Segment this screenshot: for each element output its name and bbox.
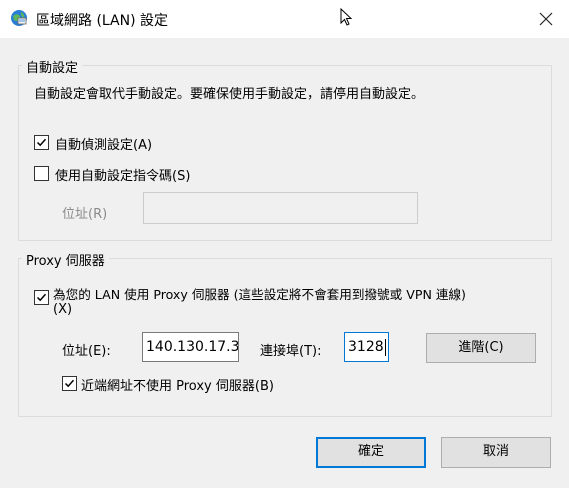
proxy-address-label: 位址(E): — [62, 344, 111, 359]
bypass-local-label[interactable]: 近端網址不使用 Proxy 伺服器(B) — [81, 375, 274, 394]
internet-options-icon — [10, 9, 28, 27]
auto-detect-label[interactable]: 自動偵測設定(A) — [55, 134, 152, 153]
cancel-button[interactable]: 取消 — [441, 437, 551, 468]
use-script-checkbox[interactable] — [34, 166, 49, 181]
checkmark-icon — [36, 293, 47, 302]
bypass-local-checkbox[interactable] — [62, 376, 77, 391]
auto-detect-checkbox[interactable] — [34, 135, 49, 150]
checkmark-icon — [64, 379, 75, 388]
script-address-label: 位址(R) — [62, 207, 108, 222]
close-button[interactable] — [534, 8, 558, 30]
use-proxy-label-line1[interactable]: 為您的 LAN 使用 Proxy 伺服器 (這些設定將不會套用到撥號或 VPN … — [53, 284, 466, 303]
mouse-cursor-icon — [340, 7, 354, 32]
proxy-server-group-label: Proxy 伺服器 — [22, 250, 109, 269]
window-title: 區域網路 (LAN) 設定 — [36, 13, 168, 29]
proxy-port-label: 連接埠(T): — [260, 344, 322, 359]
proxy-port-input[interactable]: 3128 — [344, 332, 389, 362]
checkmark-icon — [36, 138, 47, 147]
proxy-address-input[interactable]: 140.130.17.3 — [142, 332, 239, 362]
ok-button[interactable]: 確定 — [316, 437, 426, 468]
title-bar: 區域網路 (LAN) 設定 — [0, 0, 569, 38]
proxy-port-value: 3128 — [348, 339, 384, 355]
use-proxy-label-line2[interactable]: (X) — [53, 302, 72, 317]
text-caret — [384, 338, 386, 356]
use-proxy-checkbox[interactable] — [34, 290, 49, 305]
auto-config-description: 自動設定會取代手動設定。要確保使用手動設定，請停用自動設定。 — [34, 87, 425, 102]
script-address-input[interactable] — [143, 192, 418, 224]
auto-config-group-label: 自動設定 — [22, 57, 83, 76]
advanced-button[interactable]: 進階(C) — [426, 333, 536, 363]
use-script-label[interactable]: 使用自動設定指令碼(S) — [55, 165, 190, 184]
